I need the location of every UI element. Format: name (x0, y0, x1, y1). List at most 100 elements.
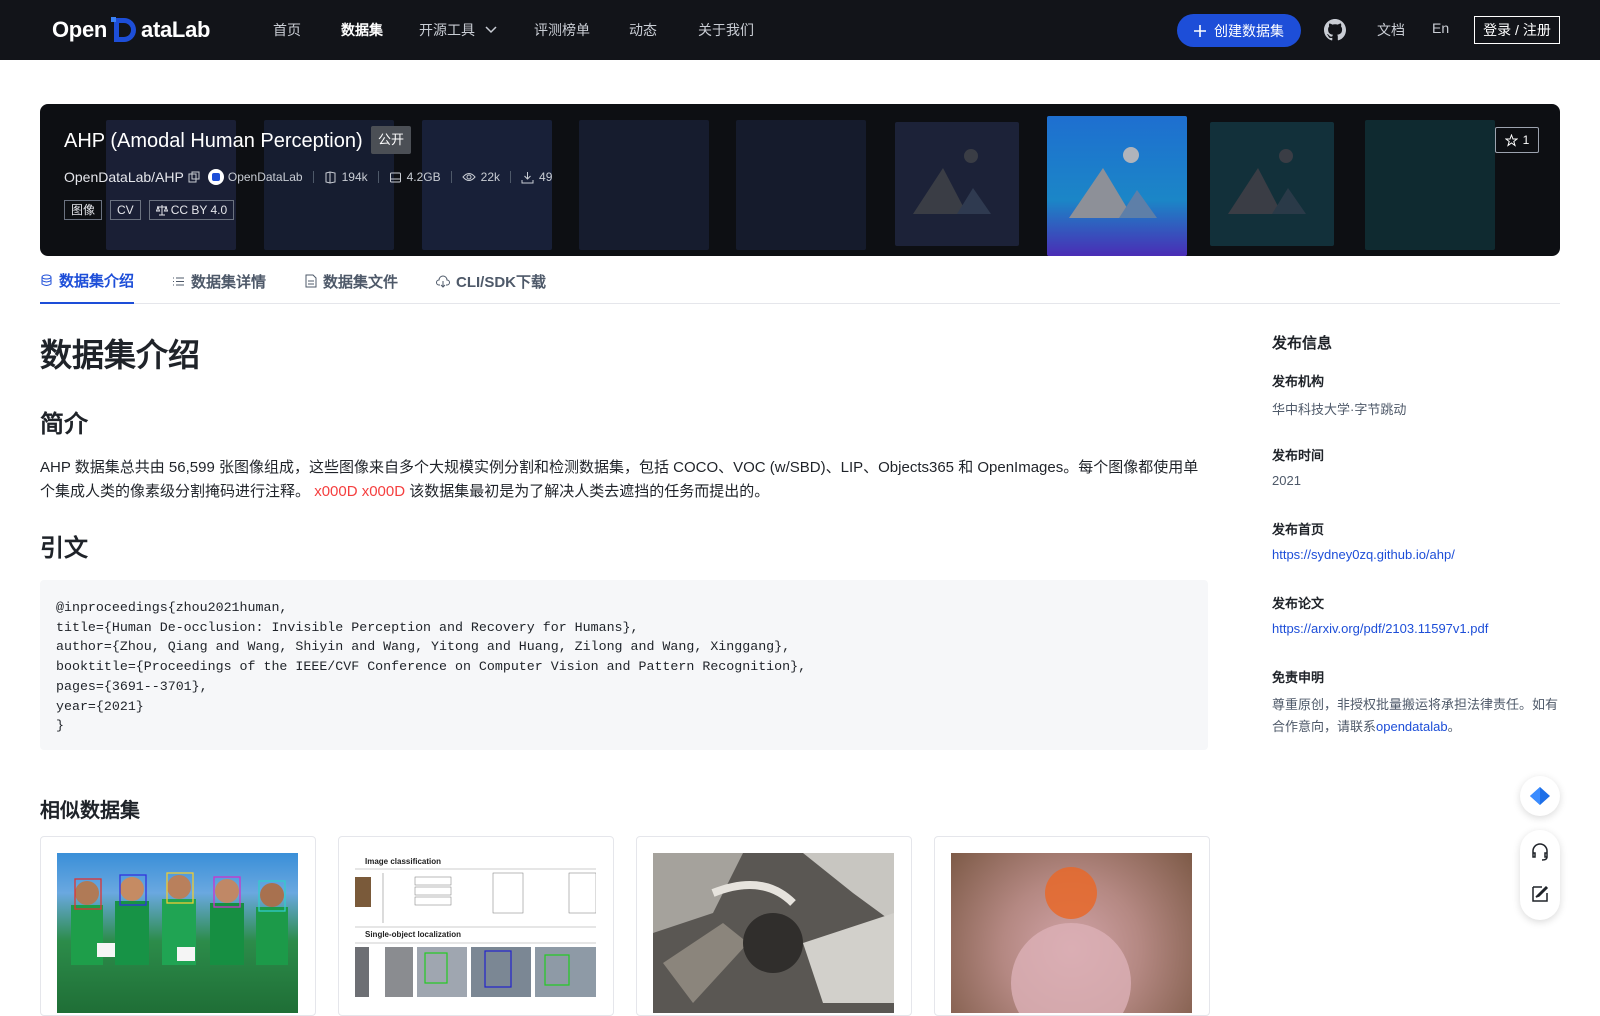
disclaimer-text: 尊重原创，非授权批量搬运将承担法律责任。如有合作意向，请联系opendatala… (1272, 694, 1562, 738)
nav-about[interactable]: 关于我们 (698, 20, 754, 40)
nav-tools-label: 开源工具 (419, 22, 475, 38)
tab-cli-sdk[interactable]: CLI/SDK下载 (436, 266, 546, 304)
nav-tools[interactable]: 开源工具 (419, 20, 497, 40)
dataset-size-value: 4.2GB (406, 170, 441, 184)
login-register-button[interactable]: 登录 / 注册 (1474, 16, 1560, 44)
create-dataset-button[interactable]: 创建数据集 (1177, 14, 1301, 47)
org-link[interactable]: OpenDataLab (207, 169, 303, 185)
github-icon[interactable] (1323, 18, 1347, 42)
tab-intro[interactable]: 数据集介绍 (40, 266, 135, 304)
card-figure-label-2: Single-object localization (365, 930, 461, 939)
dataset-tabs: 数据集介绍 数据集详情 数据集文件 CLI/SDK下载 (40, 266, 1560, 304)
paper-link[interactable]: https://arxiv.org/pdf/2103.11597v1.pdf (1272, 621, 1488, 636)
file-icon (305, 274, 317, 288)
docs-link[interactable]: 文档 (1377, 20, 1405, 40)
plus-icon (1194, 24, 1206, 37)
dataset-title: AHP (Amodal Human Perception) (64, 130, 363, 152)
language-switch[interactable]: En (1432, 20, 1449, 36)
divider (377, 171, 379, 183)
download-icon (521, 171, 534, 183)
similar-dataset-card[interactable]: Image classification Single-object local… (338, 836, 614, 1016)
dataset-banner: AHP (Amodal Human Perception) 公开 OpenDat… (40, 104, 1560, 256)
similar-dataset-image (951, 853, 1192, 1013)
image-placeholder-icon (1047, 116, 1187, 256)
chevron-down-icon (485, 26, 497, 34)
feedback-edit-icon[interactable] (1530, 884, 1550, 904)
dataset-size: 4.2GB (389, 170, 441, 184)
disclaimer-end: 。 (1447, 719, 1461, 734)
intro-paragraph: AHP 数据集总共由 56,599 张图像组成，这些图像来自多个大规模实例分割和… (40, 456, 1210, 504)
tag-modality[interactable]: 图像 (64, 200, 103, 220)
scale-icon (155, 205, 168, 216)
sidebar-title: 发布信息 (1272, 335, 1333, 352)
citation-code-block[interactable]: @inproceedings{zhou2021human, title={Hum… (40, 580, 1208, 750)
similar-datasets-heading: 相似数据集 (40, 800, 140, 822)
file-count: 194k (324, 170, 368, 184)
banner-thumbnail (1365, 120, 1495, 250)
image-placeholder-icon (895, 122, 1019, 246)
card-figure-label-1: Image classification (365, 857, 441, 866)
dataset-tags: 图像 CV CC BY 4.0 (64, 200, 235, 220)
publisher-value: 华中科技大学·字节跳动 (1272, 402, 1407, 417)
intro-red-text: x000D x000D (314, 483, 406, 500)
homepage-label: 发布首页 (1272, 522, 1325, 537)
publish-time-label: 发布时间 (1272, 448, 1325, 463)
create-dataset-label: 创建数据集 (1214, 22, 1284, 39)
dataset-meta-row: OpenDataLab/AHP OpenDataLab 194k 4.2GB 2… (64, 166, 552, 188)
star-count: 1 (1522, 133, 1530, 147)
similar-dataset-card[interactable] (40, 836, 316, 1016)
star-button[interactable]: 1 (1495, 127, 1539, 153)
org-avatar-icon (207, 169, 224, 185)
divider (450, 171, 452, 183)
nav-leaderboard[interactable]: 评测榜单 (534, 20, 590, 40)
top-navbar: Open ataLab 首页 数据集 开源工具 评测榜单 动态 关于我们 创建数… (0, 0, 1600, 60)
cloud-download-icon (436, 275, 450, 288)
disclaimer-label: 免责申明 (1272, 670, 1325, 685)
repo-path: OpenDataLab/AHP (64, 169, 184, 185)
visibility-badge: 公开 (371, 126, 412, 154)
banner-thumbnail (579, 120, 709, 250)
logo-d-icon (109, 15, 139, 45)
nav-datasets[interactable]: 数据集 (341, 20, 383, 40)
headset-icon[interactable] (1530, 842, 1550, 862)
similar-dataset-image (57, 853, 298, 1013)
nav-home[interactable]: 首页 (273, 20, 301, 40)
contact-link[interactable]: opendatalab (1376, 719, 1448, 734)
paper-plane-icon (1530, 787, 1550, 805)
license-label: CC BY 4.0 (170, 203, 228, 217)
image-placeholder-icon (1210, 122, 1334, 246)
feishu-button[interactable] (1520, 776, 1560, 816)
banner-thumbnail (736, 120, 866, 250)
publish-time-value: 2021 (1272, 473, 1301, 488)
tab-details[interactable]: 数据集详情 (172, 266, 266, 304)
org-name: OpenDataLab (227, 170, 303, 184)
file-count-value: 194k (341, 170, 368, 184)
similar-dataset-image: Image classification Single-object local… (355, 853, 596, 1013)
download-count-value: 49 (539, 170, 553, 184)
logo-text-open: Open (52, 17, 108, 42)
files-icon (325, 170, 336, 184)
divider (510, 171, 512, 183)
intro-tail-text: 该数据集最初是为了解决人类去遮挡的任务而提出的。 (409, 483, 770, 500)
nav-news[interactable]: 动态 (629, 20, 657, 40)
tag-task[interactable]: CV (110, 200, 141, 220)
page-title: 数据集介绍 (40, 337, 201, 373)
tab-cli-sdk-label: CLI/SDK下载 (456, 273, 547, 291)
view-count: 22k (461, 170, 501, 184)
floating-action-group (1520, 830, 1560, 920)
opendatalab-logo[interactable]: Open ataLab (52, 14, 210, 46)
section-heading-intro: 简介 (40, 411, 88, 438)
citation-text: @inproceedings{zhou2021human, title={Hum… (56, 600, 807, 734)
homepage-link[interactable]: https://sydney0zq.github.io/ahp/ (1272, 547, 1455, 562)
tab-files[interactable]: 数据集文件 (305, 266, 398, 304)
similar-dataset-card[interactable] (636, 836, 912, 1016)
view-count-value: 22k (480, 170, 501, 184)
similar-dataset-card[interactable] (934, 836, 1210, 1016)
copy-icon[interactable] (188, 171, 200, 183)
star-icon (1504, 133, 1518, 147)
database-icon (41, 274, 52, 286)
tag-license[interactable]: CC BY 4.0 (148, 200, 235, 220)
similar-dataset-image (653, 853, 894, 1013)
section-heading-citation: 引文 (40, 535, 88, 562)
download-count: 49 (521, 170, 552, 184)
